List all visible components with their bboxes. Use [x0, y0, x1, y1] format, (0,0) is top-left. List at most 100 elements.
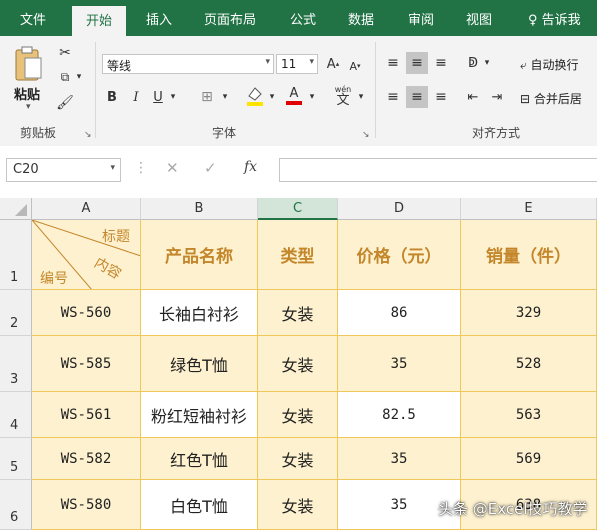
cell-product-name[interactable]: 粉红短袖衬衫	[141, 392, 258, 438]
align-left-icon[interactable]: ≡	[384, 88, 402, 106]
align-top-icon[interactable]: ≡	[384, 54, 402, 72]
cell-sales[interactable]: 528	[461, 336, 597, 392]
merge-center-button[interactable]: ⊟ 合并后居	[520, 90, 582, 107]
bold-button[interactable]: B	[104, 88, 120, 106]
copy-icon[interactable]: ⧉	[56, 68, 74, 86]
cell-product-name[interactable]: 绿色T恤	[141, 336, 258, 392]
phonetic-dropdown-icon[interactable]: ▾	[356, 90, 366, 104]
cell-id[interactable]: WS-560	[32, 290, 141, 336]
cell-product-name[interactable]: 红色T恤	[141, 438, 258, 480]
column-header-a[interactable]: A	[32, 198, 141, 220]
formula-input[interactable]	[279, 158, 597, 182]
row-header-4[interactable]: 4	[0, 392, 32, 438]
cell-id[interactable]: WS-585	[32, 336, 141, 392]
row-number: 5	[10, 460, 19, 475]
row-number: 4	[10, 418, 19, 433]
row-header-5[interactable]: 5	[0, 438, 32, 480]
font-launcher-icon[interactable]: ↘	[362, 130, 370, 140]
cell-type[interactable]: 女装	[258, 392, 338, 438]
diagonal-header-cell[interactable]: 标题 内容 编号	[32, 220, 141, 290]
cell-id[interactable]: WS-561	[32, 392, 141, 438]
cut-icon[interactable]: ✂	[56, 44, 74, 62]
cell-type[interactable]: 女装	[258, 480, 338, 530]
increase-indent-icon[interactable]: ⇥	[488, 88, 506, 106]
header-sales[interactable]: 销量（件）	[461, 220, 597, 290]
cell-id[interactable]: WS-582	[32, 438, 141, 480]
select-all-button[interactable]	[0, 198, 32, 220]
tell-me-box[interactable]: ♀ 告诉我	[528, 9, 581, 28]
enter-icon[interactable]: ✓	[204, 159, 217, 177]
row-header-1[interactable]: 1	[0, 220, 32, 290]
cell-price[interactable]: 86	[338, 290, 461, 336]
italic-button[interactable]: I	[128, 88, 144, 106]
align-middle-icon[interactable]: ≡	[406, 52, 428, 74]
row-header-2[interactable]: 2	[0, 290, 32, 336]
cell-id[interactable]: WS-580	[32, 480, 141, 530]
clipboard-launcher-icon[interactable]: ↘	[84, 130, 92, 140]
orientation-icon[interactable]: ↁ	[464, 54, 482, 72]
column-header-d[interactable]: D	[338, 198, 461, 220]
header-product-name[interactable]: 产品名称	[141, 220, 258, 290]
column-header-e[interactable]: E	[461, 198, 597, 220]
cell-price[interactable]: 35	[338, 336, 461, 392]
copy-dropdown-icon[interactable]: ▾	[74, 70, 84, 84]
separator	[375, 42, 376, 138]
borders-dropdown-icon[interactable]: ▾	[220, 90, 230, 104]
tab-insert[interactable]: 插入	[146, 9, 172, 28]
cell-sales[interactable]: 569	[461, 438, 597, 480]
font-color-icon[interactable]: A	[284, 84, 304, 106]
align-center-icon[interactable]: ≡	[406, 86, 428, 108]
align-right-icon[interactable]: ≡	[432, 88, 450, 106]
insert-function-icon[interactable]: fx	[244, 159, 257, 175]
tab-home[interactable]: 开始	[72, 6, 127, 36]
cell-price[interactable]: 35	[338, 438, 461, 480]
cell-product-name[interactable]: 白色T恤	[141, 480, 258, 530]
cell-type[interactable]: 女装	[258, 290, 338, 336]
diag-label-top: 标题	[102, 229, 130, 245]
decrease-font-icon[interactable]: A ▾	[346, 57, 364, 75]
column-header-b[interactable]: B	[141, 198, 258, 220]
format-painter-icon[interactable]: 🖌	[56, 94, 74, 112]
header-price[interactable]: 价格（元）	[338, 220, 461, 290]
cell-price[interactable]: 82.5	[338, 392, 461, 438]
fill-color-icon[interactable]	[244, 84, 266, 106]
borders-icon[interactable]: ⊞	[196, 88, 218, 106]
header-type[interactable]: 类型	[258, 220, 338, 290]
fill-color-dropdown-icon[interactable]: ▾	[267, 90, 277, 104]
wrap-text-button[interactable]: ⤶ 自动换行	[520, 56, 579, 73]
phonetic-guide-icon[interactable]: wén 文	[330, 82, 356, 110]
decrease-indent-icon[interactable]: ⇤	[464, 88, 482, 106]
name-box[interactable]: C20 ▾	[6, 158, 121, 182]
underline-button[interactable]: U	[150, 88, 166, 106]
tab-file[interactable]: 文件	[20, 9, 46, 28]
cell-product-name[interactable]: 长袖白衬衫	[141, 290, 258, 336]
cell-sales[interactable]: 563	[461, 392, 597, 438]
formula-bar: C20 ▾ ⋮ ✕ ✓ fx	[0, 146, 597, 199]
underline-dropdown-icon[interactable]: ▾	[168, 90, 178, 104]
cell-type[interactable]: 女装	[258, 336, 338, 392]
font-name-select[interactable]: 等线 ▾	[102, 54, 274, 74]
column-header-c[interactable]: C	[258, 198, 338, 220]
paste-button[interactable]	[10, 44, 46, 84]
cancel-icon[interactable]: ✕	[166, 159, 179, 177]
separator	[95, 42, 96, 138]
tab-formulas[interactable]: 公式	[290, 9, 316, 28]
font-size-select[interactable]: 11 ▾	[276, 54, 318, 74]
alignment-group-label: 对齐方式	[472, 126, 521, 140]
cell-sales[interactable]: 329	[461, 290, 597, 336]
tab-review[interactable]: 审阅	[408, 9, 434, 28]
tab-data[interactable]: 数据	[348, 9, 374, 28]
orientation-dropdown-icon[interactable]: ▾	[482, 56, 492, 70]
font-group-label: 字体	[212, 126, 237, 140]
tab-page-layout[interactable]: 页面布局	[204, 9, 256, 28]
paste-dropdown-icon[interactable]: ▾	[26, 102, 31, 112]
increase-font-icon[interactable]: A ▴	[324, 55, 342, 73]
font-color-dropdown-icon[interactable]: ▾	[307, 90, 317, 104]
align-bottom-icon[interactable]: ≡	[432, 54, 450, 72]
clipboard-group-label: 剪贴板	[20, 126, 57, 140]
tab-view[interactable]: 视图	[466, 9, 492, 28]
row-header-3[interactable]: 3	[0, 336, 32, 392]
row-header-6[interactable]: 6	[0, 480, 32, 530]
cell-type[interactable]: 女装	[258, 438, 338, 480]
ribbon-tab-bar: 文件 开始 插入 页面布局 公式 数据 审阅 视图 ♀ 告诉我	[0, 0, 597, 36]
